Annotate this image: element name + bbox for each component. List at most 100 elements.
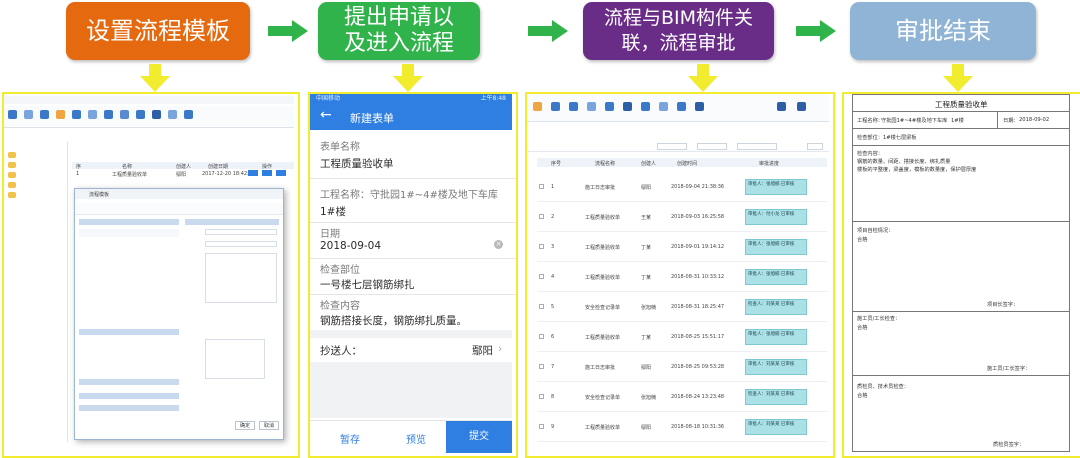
bim-cell: 丁某 <box>641 335 652 341</box>
submit-button[interactable]: 提交 <box>446 421 512 453</box>
preview-button[interactable]: 预览 <box>406 431 426 446</box>
field-value-date[interactable]: 2018-09-04 <box>320 240 381 252</box>
field-label-project: 工程名称：守批园1#~4#楼及地下车库 <box>320 190 498 201</box>
bim-cell: 2018-09-01 19:14:12 <box>671 244 725 250</box>
approval-status-badge[interactable]: 审批人：张旭楠 已审核 <box>745 239 807 255</box>
cc-value[interactable]: 鄢阳 <box>472 343 493 358</box>
row-checkbox[interactable] <box>539 364 544 369</box>
field-label-location: 检查部位 <box>320 265 360 276</box>
row-checkbox[interactable] <box>539 304 544 309</box>
bim-cell: 丁某 <box>641 275 652 281</box>
bim-table-header: 序号 流程名称 创建人 创建时间 审批进度 <box>537 158 827 167</box>
doc-self-check: 项目自检情况： <box>857 228 894 234</box>
template-table-row[interactable]: 1 工程质量验收单 鄢阳 2017-12-20 18:42:1 <box>72 170 294 178</box>
doc-date-label: 日期： <box>1003 118 1019 124</box>
step-4-approval-end: 审批结束 <box>850 2 1036 60</box>
doc-content-title: 检查内容： <box>857 151 883 157</box>
bim-table-row[interactable]: 3 工程质量验收单 丁某 2018-09-01 19:14:12 审批人：张旭楠 已审核 <box>537 232 827 262</box>
doc-content-body-1: 钢筋的数量、间距、搭接长度、绑扎质量 <box>857 159 951 165</box>
bim-cell: 施工日志审批 <box>585 365 616 371</box>
approval-status-badge[interactable]: 审批人：张旭楠 已审核 <box>745 329 807 345</box>
bim-table-row[interactable]: 5 安全检查记录单 张旭楠 2018-08-31 18:25:47 检查人：刘某某 已审… <box>537 292 827 322</box>
field-label-date: 日期 <box>320 229 340 240</box>
row-checkbox[interactable] <box>539 184 544 189</box>
step-2-apply: 提出申请以 及进入流程 <box>318 2 480 60</box>
step-1-setup-template: 设置流程模板 <box>66 2 250 60</box>
doc-content-body-2: 楼板的平整度，梁盖度，模板的数量度，保护层厚度 <box>857 167 977 173</box>
bim-cell: 5 <box>551 304 555 310</box>
field-value-content[interactable]: 钢筋搭接长度，钢筋绑扎质量。 <box>320 313 467 328</box>
dialog-cancel-button[interactable]: 取消 <box>259 421 279 430</box>
bim-table-row[interactable]: 2 工程质量验收单 王某 2018-09-03 16:25:58 审批人：付小龙 已审核 <box>537 202 827 232</box>
approval-status-badge[interactable]: 审批人：刘某某 已审核 <box>745 359 807 375</box>
right-arrow-icon <box>796 20 836 42</box>
bim-cell: 安全检查记录单 <box>585 305 621 311</box>
doc-project-value: 守批园1#~4#楼及地下车库 <box>881 118 948 124</box>
bim-table-row[interactable]: 4 工程质量验收单 丁某 2018-08-31 10:33:12 审批人：张旭楠 已审核 <box>537 262 827 292</box>
bim-cell: 工程质量验收单 <box>585 425 621 431</box>
row-checkbox[interactable] <box>539 334 544 339</box>
bim-cell: 1 <box>551 184 555 190</box>
back-arrow-icon[interactable]: ← <box>320 107 332 123</box>
row-checkbox[interactable] <box>539 424 544 429</box>
bim-cell: 2 <box>551 214 555 220</box>
right-arrow-icon <box>528 20 568 42</box>
bim-cell: 3 <box>551 244 555 250</box>
save-draft-button[interactable]: 暂存 <box>340 431 360 446</box>
doc-project-label: 工程名称： <box>857 118 883 124</box>
bim-table-row[interactable]: 7 施工日志审批 鄢阳 2018-08-25 09:53:28 审批人：刘某某 已审核 <box>537 352 827 382</box>
bim-cell: 鄢阳 <box>641 365 652 371</box>
mobile-status-bar: 中国移动 上午8:48 <box>310 94 512 104</box>
bim-filter-bar[interactable] <box>527 142 829 152</box>
bim-cell: 鄢阳 <box>641 425 652 431</box>
doc-ok-1: 合格 <box>857 237 868 243</box>
bim-cell: 张旭楠 <box>641 305 657 311</box>
row-checkbox[interactable] <box>539 394 544 399</box>
bim-cell: 2018-08-25 15:51:17 <box>671 334 725 340</box>
approval-status-badge[interactable]: 检查人：刘某某 已审核 <box>745 389 807 405</box>
down-arrow-icon <box>140 64 170 92</box>
field-value-location[interactable]: 一号楼七层钢筋绑扎 <box>320 277 415 292</box>
chevron-right-icon[interactable]: › <box>498 342 502 355</box>
down-arrow-icon <box>688 64 718 92</box>
dialog-confirm-button[interactable]: 确定 <box>235 421 255 430</box>
dialog-title: 流程模板 <box>89 192 110 198</box>
row-checkbox[interactable] <box>539 244 544 249</box>
template-dialog: 流程模板 确定 取消 <box>74 188 284 440</box>
approval-status-badge[interactable]: 审批人：刘某某 已审核 <box>745 419 807 435</box>
bim-table-row[interactable]: 6 工程质量验收单 丁某 2018-08-25 15:51:17 审批人：张旭楠 已审核 <box>537 322 827 352</box>
approval-status-badge[interactable]: 检查人：刘某某 已审核 <box>745 299 807 315</box>
bim-cell: 王某 <box>641 215 652 221</box>
folder-tree[interactable] <box>6 142 68 442</box>
bim-cell: 2018-08-18 10:31:36 <box>671 424 725 430</box>
clear-icon[interactable]: × <box>494 240 503 249</box>
approval-status-badge[interactable]: 审批人：张旭楠 已审核 <box>745 269 807 285</box>
mobile-title: 新建表单 <box>350 112 394 125</box>
approval-status-badge[interactable]: 审批人：付小龙 已审核 <box>745 209 807 225</box>
doc-ok-2: 合格 <box>857 325 868 331</box>
bim-cell: 工程质量验收单 <box>585 335 621 341</box>
bim-cell: 施工日志审批 <box>585 185 616 191</box>
bim-cell: 2018-09-03 16:25:58 <box>671 214 725 220</box>
bim-cell: 2018-09-04 21:38:36 <box>671 184 725 190</box>
row-checkbox[interactable] <box>539 214 544 219</box>
bim-table-row[interactable]: 1 施工日志审批 鄢阳 2018-09-04 21:38:36 审批人：张旭楠 已审核 <box>537 172 827 202</box>
doc-sign-3: 质检员签字： <box>993 442 1025 448</box>
cc-label: 抄送人： <box>320 345 362 357</box>
bim-table-row[interactable]: 8 安全检查记录单 张旭楠 2018-08-24 13:23:48 检查人：刘某某 已审… <box>537 382 827 412</box>
step-3-bim-approval: 流程与BIM构件关 联，流程审批 <box>583 2 774 60</box>
field-value-project[interactable]: 1#楼 <box>320 204 346 219</box>
bim-cell: 丁某 <box>641 245 652 251</box>
document-sheet: 工程质量验收单 工程名称： 守批园1#~4#楼及地下车库 1#楼 日期： 201… <box>852 94 1070 452</box>
bim-table-row[interactable]: 9 工程质量验收单 鄢阳 2018-08-18 10:31:36 审批人：刘某某 已审核 <box>537 412 827 442</box>
bim-cell: 8 <box>551 394 555 400</box>
bim-cell: 工程质量验收单 <box>585 215 621 221</box>
row-checkbox[interactable] <box>539 274 544 279</box>
approval-status-badge[interactable]: 审批人：张旭楠 已审核 <box>745 179 807 195</box>
doc-date-value: 2018-09-02 <box>1019 117 1050 123</box>
acceptance-document-screenshot: 工程质量验收单 工程名称： 守批园1#~4#楼及地下车库 1#楼 日期： 201… <box>842 92 1080 458</box>
bim-cell: 2018-08-25 09:53:28 <box>671 364 725 370</box>
field-value-form-name[interactable]: 工程质量验收单 <box>320 156 394 171</box>
bim-ribbon <box>527 94 829 122</box>
bim-cell: 4 <box>551 274 555 280</box>
